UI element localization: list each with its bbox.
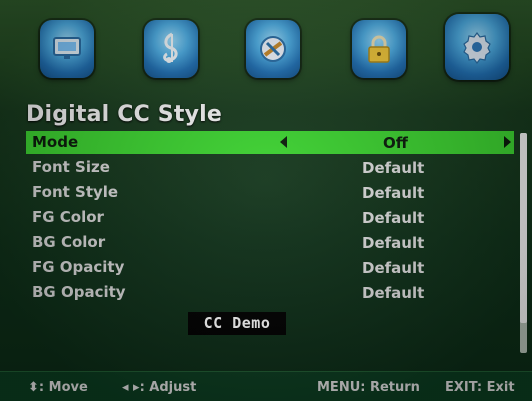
menu-item-bg-color[interactable]: BG Color Default <box>26 231 514 254</box>
menu-item-font-style[interactable]: Font Style Default <box>26 181 514 204</box>
menu-item-bg-opacity[interactable]: BG Opacity Default <box>26 281 514 304</box>
menu-item-mode[interactable]: Mode Off <box>26 131 514 154</box>
menu-item-fg-color[interactable]: FG Color Default <box>26 206 514 229</box>
move-hint-label: : Move <box>38 380 88 395</box>
menu-item-value: Default <box>362 234 425 252</box>
picture-menu-tile[interactable] <box>40 20 94 78</box>
sound-icon <box>163 32 178 63</box>
sound-menu-tile[interactable] <box>144 20 198 78</box>
cc-demo-preview: CC Demo <box>188 312 286 335</box>
menu-item-font-size[interactable]: Font Size Default <box>26 156 514 179</box>
page-title: Digital CC Style <box>26 102 222 127</box>
menu-item-value: Default <box>362 184 425 202</box>
main-menu-icon-bar <box>0 0 532 94</box>
scrollbar-thumb[interactable] <box>520 133 527 323</box>
up-down-arrow-icon: ⬍ <box>28 380 39 395</box>
menu-item-value: Default <box>362 259 425 277</box>
left-right-arrow-icon: ◂ ▸ <box>122 380 140 395</box>
menu-item-label: Font Size <box>32 158 110 176</box>
exit-hint: EXIT: Exit <box>445 380 515 395</box>
menu-item-label: Mode <box>32 133 79 151</box>
lock-icon <box>368 35 390 63</box>
arrow-left-icon[interactable] <box>280 136 287 148</box>
menu-item-value: Default <box>362 209 425 227</box>
channel-icon <box>260 36 286 62</box>
lock-menu-tile[interactable] <box>352 20 406 78</box>
adjust-hint-label: : Adjust <box>139 380 197 395</box>
menu-item-label: BG Opacity <box>32 283 126 301</box>
menu-item-fg-opacity[interactable]: FG Opacity Default <box>26 256 514 279</box>
arrow-right-icon[interactable] <box>504 136 511 148</box>
channel-menu-tile[interactable] <box>246 20 300 78</box>
tv-osd-screen: Digital CC Style Mode Off Font Size Defa… <box>0 0 532 401</box>
key-hint-bar: ⬍: Move ◂ ▸: Adjust MENU: Return EXIT: E… <box>0 371 532 401</box>
return-hint: MENU: Return <box>317 380 420 395</box>
menu-item-value: Off <box>383 134 408 152</box>
menu-item-label: Font Style <box>32 183 119 201</box>
adjust-hint: ◂ ▸: Adjust <box>122 380 196 395</box>
menu-item-label: FG Color <box>32 208 104 226</box>
menu-item-value: Default <box>362 284 425 302</box>
menu-item-value: Default <box>362 159 425 177</box>
menu-item-label: FG Opacity <box>32 258 125 276</box>
move-hint: ⬍: Move <box>28 380 88 395</box>
picture-icon <box>53 37 81 59</box>
setup-gear-icon <box>463 32 491 64</box>
menu-item-label: BG Color <box>32 233 106 251</box>
setup-menu-tile[interactable] <box>445 14 509 80</box>
